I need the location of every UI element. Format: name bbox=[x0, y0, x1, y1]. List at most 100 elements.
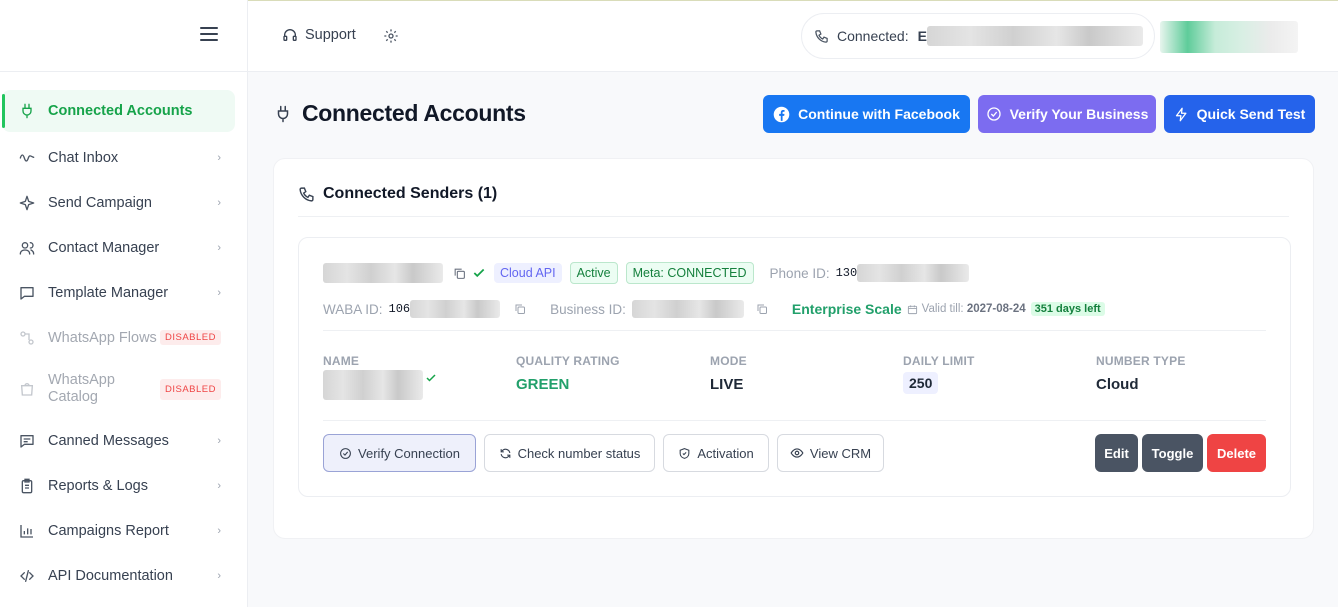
code-icon bbox=[18, 567, 36, 585]
lightning-icon bbox=[1175, 107, 1187, 121]
disabled-badge: DISABLED bbox=[160, 330, 221, 345]
main-content: Connected Accounts Continue with Faceboo… bbox=[248, 72, 1338, 607]
sidebar: Connected Accounts Chat Inbox › Send Cam… bbox=[0, 0, 248, 607]
stat-quality-rating: QUALITY RATING GREEN bbox=[516, 354, 620, 393]
stat-name: NAME bbox=[323, 354, 437, 400]
chat-wave-icon bbox=[18, 149, 36, 167]
card-title: Connected Senders (1) bbox=[298, 185, 497, 203]
sidebar-item-send-campaign[interactable]: Send Campaign › bbox=[0, 180, 247, 225]
flows-icon bbox=[18, 329, 36, 347]
card-title-text: Connected Senders (1) bbox=[323, 185, 498, 202]
meta-status-badge: Meta: CONNECTED bbox=[625, 262, 754, 284]
button-label: Activation bbox=[697, 445, 754, 461]
sidebar-item-reports-logs[interactable]: Reports & Logs › bbox=[0, 463, 247, 508]
account-avatar[interactable] bbox=[1160, 21, 1298, 58]
status-badge: Active bbox=[569, 262, 618, 284]
users-icon bbox=[18, 239, 36, 257]
verify-your-business-button[interactable]: Verify Your Business bbox=[978, 95, 1156, 133]
sidebar-item-label: Send Campaign bbox=[48, 194, 152, 211]
sidebar-header bbox=[0, 0, 247, 72]
stat-label: QUALITY RATING bbox=[516, 354, 620, 368]
sidebar-item-label: Template Manager bbox=[48, 284, 169, 301]
edit-button[interactable]: Edit bbox=[1095, 434, 1138, 472]
stat-value: 250 bbox=[903, 372, 975, 394]
copy-icon[interactable] bbox=[453, 267, 466, 280]
sidebar-item-canned-messages[interactable]: Canned Messages › bbox=[0, 418, 247, 463]
valid-till-label: Valid till: bbox=[921, 303, 964, 315]
sidebar-item-chat-inbox[interactable]: Chat Inbox › bbox=[0, 135, 247, 180]
valid-till: Valid till: 2027-08-24 bbox=[922, 303, 1026, 315]
button-label: Continue with Facebook bbox=[798, 106, 960, 122]
badge-check-icon bbox=[986, 107, 1001, 121]
sender-ids-row: WABA ID: 106 Business ID: Enterprise Sca… bbox=[323, 300, 1105, 318]
plan-name: Enterprise Scale bbox=[791, 301, 902, 317]
button-label: Verify Your Business bbox=[1009, 106, 1149, 122]
stat-label: NUMBER TYPE bbox=[1096, 354, 1186, 368]
sidebar-item-template-manager[interactable]: Template Manager › bbox=[0, 270, 247, 315]
support-link[interactable]: Support bbox=[282, 27, 356, 43]
chevron-right-icon: › bbox=[217, 196, 221, 209]
gear-icon[interactable] bbox=[383, 28, 399, 49]
sidebar-item-label: Chat Inbox bbox=[48, 149, 119, 166]
delete-button[interactable]: Delete bbox=[1207, 434, 1266, 472]
sidebar-item-whatsapp-catalog: WhatsApp Catalog DISABLED bbox=[0, 360, 247, 418]
business-id-label: Business ID: bbox=[550, 301, 626, 317]
button-label: Quick Send Test bbox=[1196, 106, 1306, 122]
check-number-status-button[interactable]: Check number status bbox=[484, 434, 655, 472]
button-label: View CRM bbox=[809, 445, 872, 461]
divider bbox=[323, 420, 1266, 421]
refresh-icon bbox=[500, 448, 510, 458]
phone-icon bbox=[299, 186, 314, 202]
disabled-badge: DISABLED bbox=[160, 378, 221, 400]
chevron-right-icon: › bbox=[217, 151, 221, 164]
daily-limit-badge: 250 bbox=[903, 372, 939, 394]
headset-icon bbox=[283, 29, 297, 41]
redacted-phone-number bbox=[323, 263, 443, 283]
view-crm-button[interactable]: View CRM bbox=[777, 434, 884, 472]
days-left-badge: 351 days left bbox=[1030, 302, 1105, 316]
stat-label: NAME bbox=[323, 354, 360, 368]
divider bbox=[323, 330, 1266, 331]
waba-id-value: 106 bbox=[388, 302, 411, 316]
redacted-connection-name bbox=[926, 26, 1143, 46]
button-label: Check number status bbox=[517, 445, 641, 461]
toggle-button[interactable]: Toggle bbox=[1142, 434, 1203, 472]
button-label: Verify Connection bbox=[358, 445, 460, 461]
sidebar-item-label: Canned Messages bbox=[48, 432, 169, 449]
quick-send-test-button[interactable]: Quick Send Test bbox=[1164, 95, 1315, 133]
eye-icon bbox=[790, 448, 804, 458]
sidebar-item-connected-accounts[interactable]: Connected Accounts bbox=[2, 90, 235, 132]
continue-with-facebook-button[interactable]: Continue with Facebook bbox=[763, 95, 970, 133]
phone-id-value: 130 bbox=[835, 266, 858, 280]
page-title: Connected Accounts bbox=[302, 100, 526, 126]
stat-daily-limit: DAILY LIMIT 250 bbox=[903, 354, 975, 394]
sidebar-item-whatsapp-flows: WhatsApp Flows DISABLED bbox=[0, 315, 247, 360]
stat-mode: MODE LIVE bbox=[710, 354, 747, 393]
copy-icon[interactable] bbox=[756, 303, 768, 315]
valid-till-date: 2027-08-24 bbox=[966, 303, 1026, 315]
chevron-right-icon: › bbox=[217, 479, 221, 492]
waba-id-label: WABA ID: bbox=[323, 301, 383, 317]
divider bbox=[298, 216, 1289, 217]
sidebar-item-label: API Documentation bbox=[48, 567, 173, 584]
chevron-right-icon: › bbox=[217, 569, 221, 582]
verified-check-icon bbox=[473, 268, 485, 278]
sidebar-item-label: Reports & Logs bbox=[48, 477, 148, 494]
bag-icon bbox=[18, 380, 36, 398]
sidebar-item-campaigns-report[interactable]: Campaigns Report › bbox=[0, 508, 247, 553]
clipboard-icon bbox=[18, 477, 36, 495]
message-square-icon bbox=[18, 284, 36, 302]
menu-toggle-icon[interactable] bbox=[200, 27, 218, 43]
redacted-name bbox=[323, 370, 423, 400]
copy-icon[interactable] bbox=[514, 303, 526, 315]
activation-button[interactable]: Activation bbox=[663, 434, 769, 472]
cloud-api-badge: Cloud API bbox=[494, 263, 562, 283]
verified-check-icon bbox=[426, 374, 436, 382]
sidebar-item-api-documentation[interactable]: API Documentation › bbox=[0, 553, 247, 598]
calendar-icon bbox=[907, 304, 917, 314]
verify-connection-button[interactable]: Verify Connection bbox=[323, 434, 476, 472]
connection-status[interactable]: Connected: E bbox=[801, 13, 1155, 59]
topbar: Support Connected: E bbox=[248, 0, 1338, 72]
chevron-right-icon: › bbox=[217, 241, 221, 254]
sidebar-item-contact-manager[interactable]: Contact Manager › bbox=[0, 225, 247, 270]
